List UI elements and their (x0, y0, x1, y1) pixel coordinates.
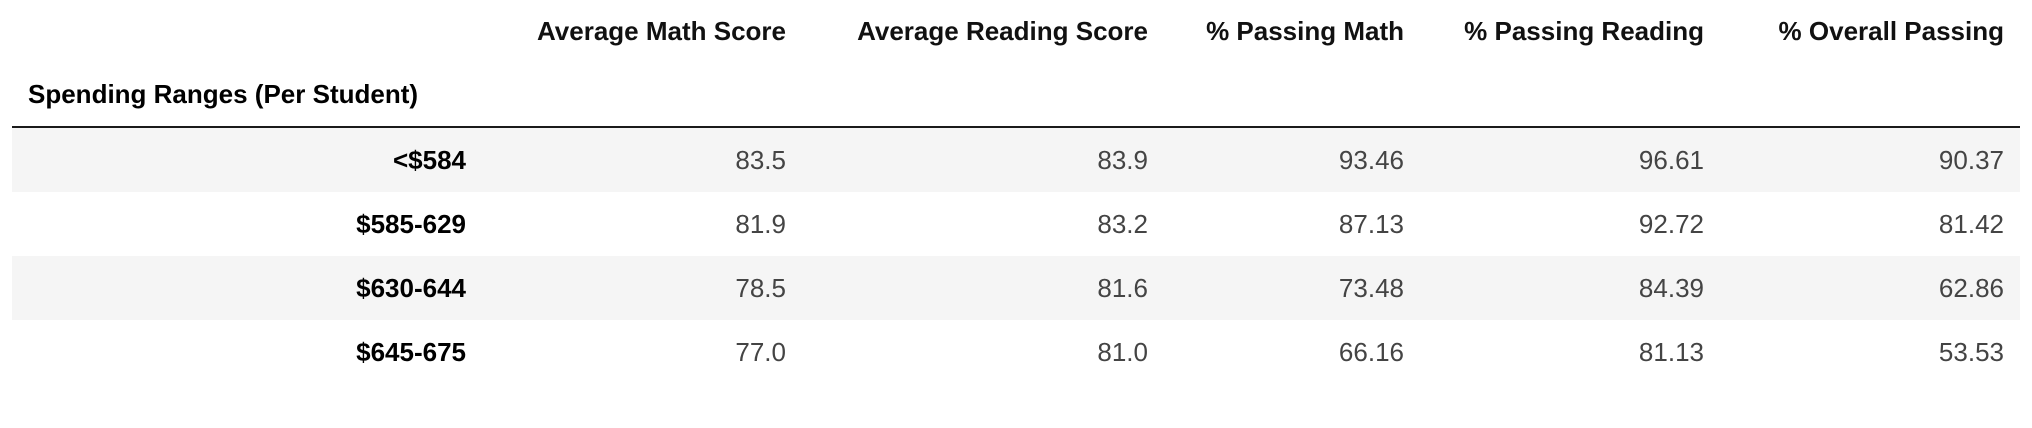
table-cell: 96.61 (1638, 144, 1704, 175)
index-name-blank (1164, 62, 1420, 128)
table-cell: 78.5 (735, 272, 786, 303)
table-cell: 83.9 (1097, 144, 1148, 175)
index-name-blank (1720, 62, 2020, 128)
table-cell: 92.72 (1638, 208, 1704, 239)
table-cell: 66.16 (1338, 336, 1404, 367)
table-cell: 81.0 (1097, 336, 1148, 367)
table-row: $585-629 81.9 83.2 87.13 92.72 81.42 (12, 192, 2020, 256)
index-name-blank (802, 62, 1164, 128)
row-label: $630-644 (356, 272, 466, 303)
index-name: Spending Ranges (Per Student) (12, 62, 482, 128)
table-cell: 73.48 (1338, 272, 1404, 303)
row-label: $585-629 (356, 208, 466, 239)
table-row: $645-675 77.0 81.0 66.16 81.13 53.53 (12, 320, 2020, 384)
index-name-blank (1420, 62, 1720, 128)
table-cell: 81.13 (1638, 336, 1704, 367)
index-name-row: Spending Ranges (Per Student) (12, 62, 2020, 128)
table-row: <$584 83.5 83.9 93.46 96.61 90.37 (12, 127, 2020, 192)
dataframe-output: Average Math Score Average Reading Score… (0, 0, 2032, 428)
table-cell: 84.39 (1638, 272, 1704, 303)
column-header: Average Math Score (536, 15, 786, 46)
column-header: % Overall Passing (1778, 15, 2004, 46)
column-header: Average Reading Score (857, 15, 1148, 46)
column-header: % Passing Reading (1464, 15, 1704, 46)
table-cell: 77.0 (735, 336, 786, 367)
table-row: $630-644 78.5 81.6 73.48 84.39 62.86 (12, 256, 2020, 320)
table-cell: 81.9 (735, 208, 786, 239)
column-header-blank (12, 0, 482, 62)
table-cell: 83.2 (1097, 208, 1148, 239)
spending-summary-table: Average Math Score Average Reading Score… (12, 0, 2020, 384)
table-body: <$584 83.5 83.9 93.46 96.61 90.37 $585-6… (12, 127, 2020, 384)
table-cell: 53.53 (1938, 336, 2004, 367)
column-header-row: Average Math Score Average Reading Score… (12, 0, 2020, 62)
table-cell: 62.86 (1938, 272, 2004, 303)
row-label: <$584 (392, 144, 466, 175)
column-header: % Passing Math (1206, 15, 1404, 46)
table-cell: 83.5 (735, 144, 786, 175)
table-cell: 81.42 (1938, 208, 2004, 239)
table-cell: 93.46 (1338, 144, 1404, 175)
table-cell: 87.13 (1338, 208, 1404, 239)
table-header: Average Math Score Average Reading Score… (12, 0, 2020, 128)
table-cell: 90.37 (1938, 144, 2004, 175)
row-label: $645-675 (356, 336, 466, 367)
index-name-blank (482, 62, 802, 128)
table-cell: 81.6 (1097, 272, 1148, 303)
